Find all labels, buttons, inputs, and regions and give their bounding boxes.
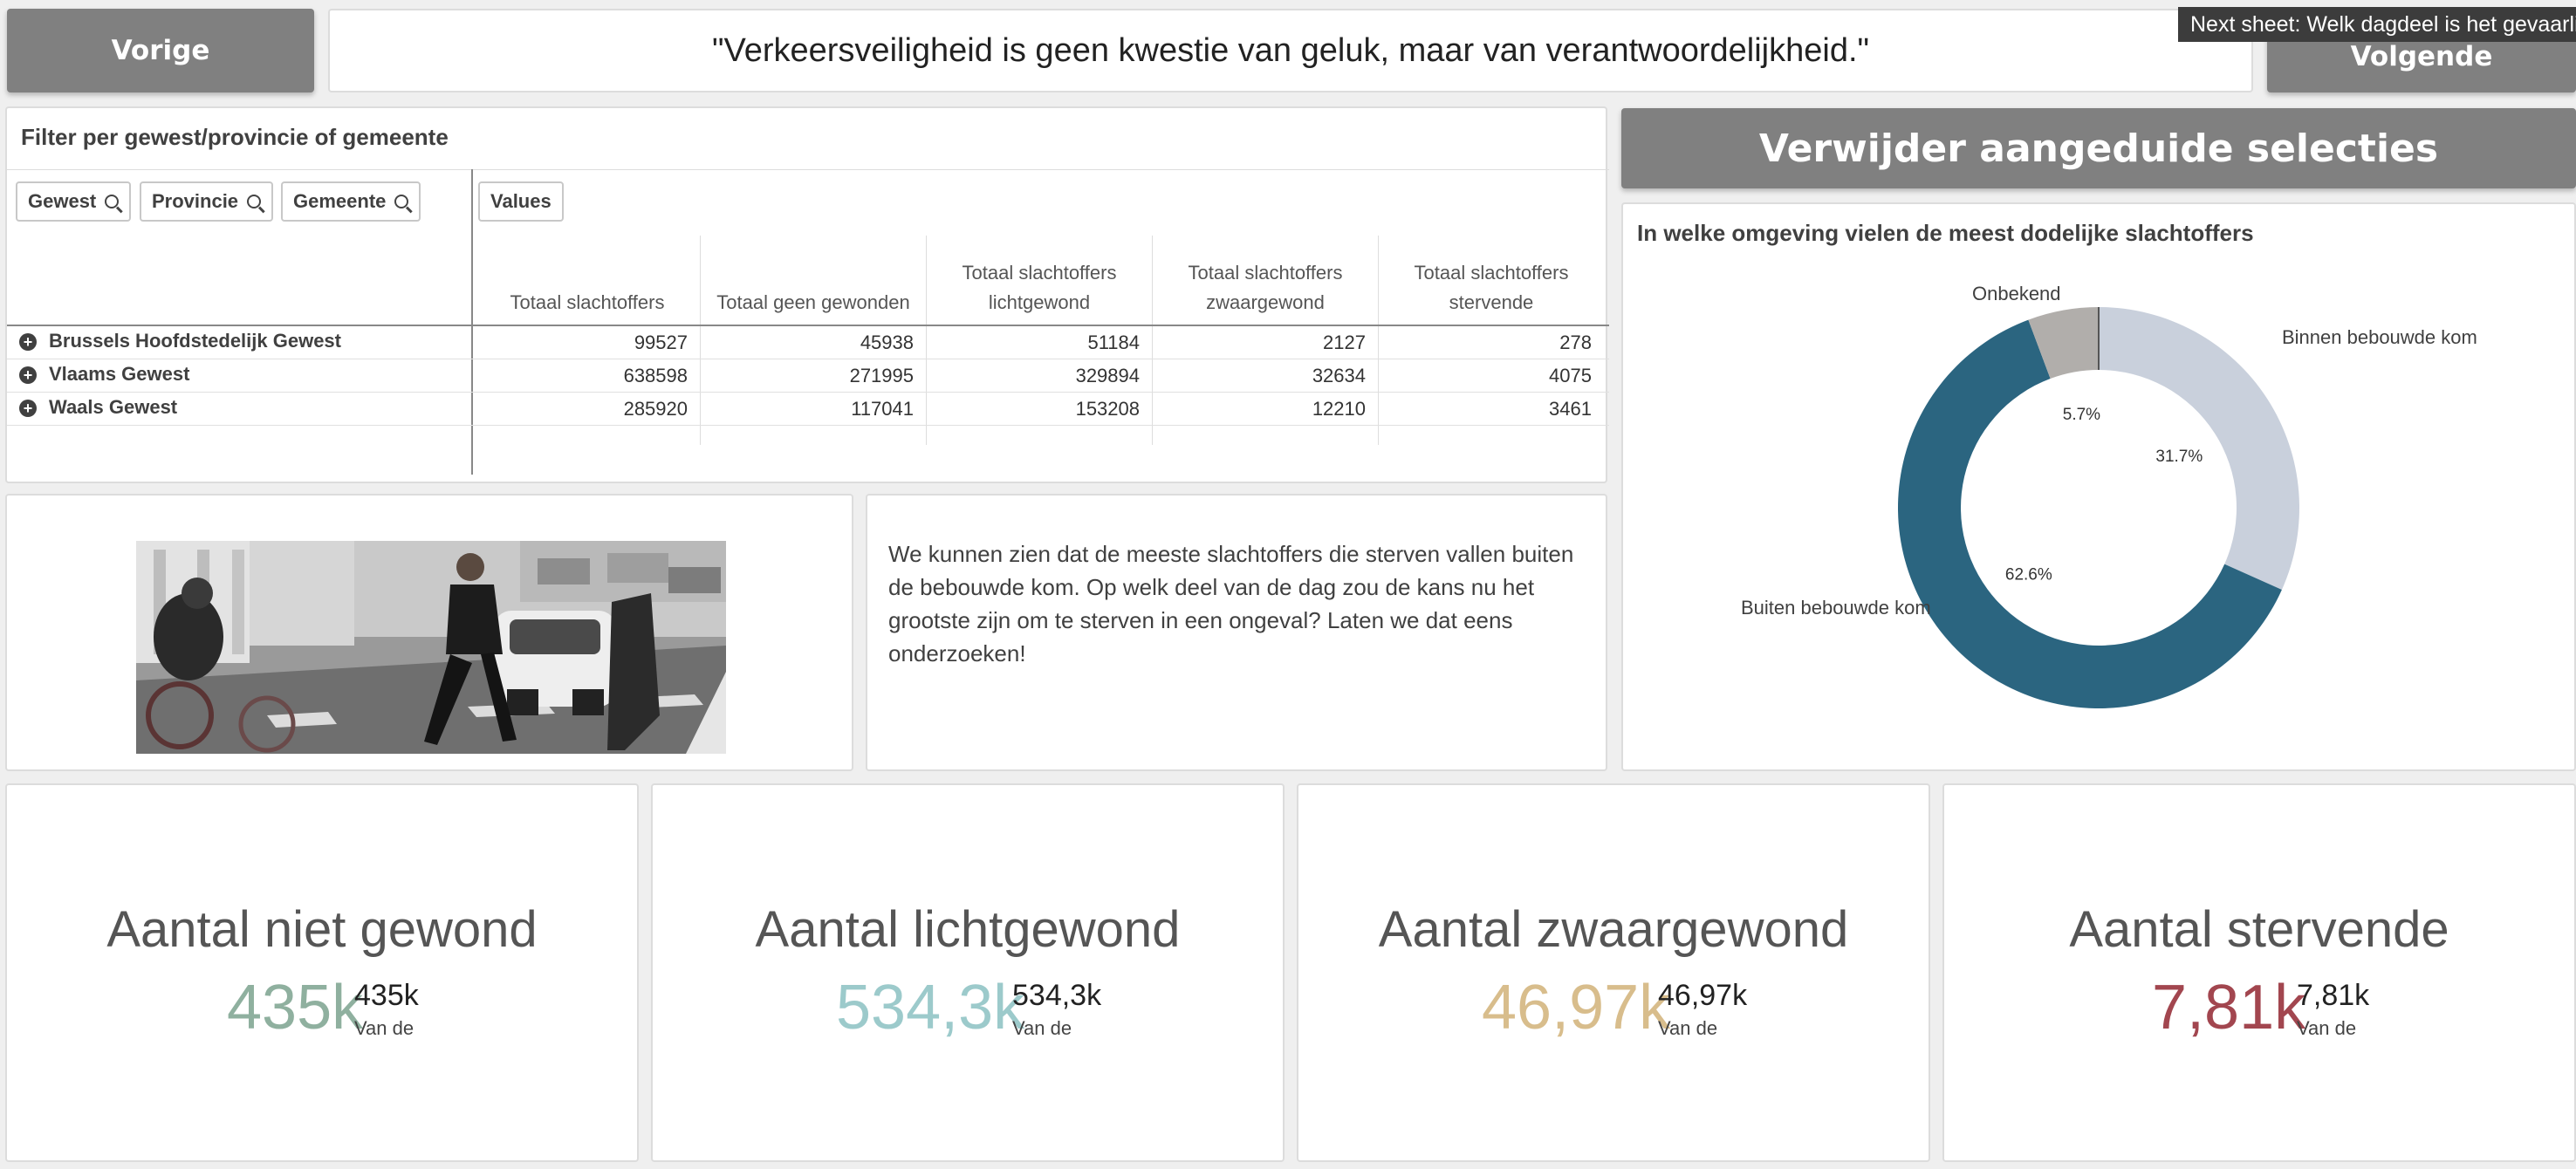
table-row: + Brussels Hoofdstedelijk Gewest 99527 4… [7, 326, 1609, 359]
kpi-value: 534,3k [836, 973, 1025, 1043]
column-header-label: lichtgewond [988, 291, 1091, 313]
table-cell: 285920 [623, 398, 688, 420]
quote-banner: "Verkeersveiligheid is geen kwestie van … [328, 9, 2253, 92]
expand-icon[interactable]: + [19, 400, 37, 417]
expand-icon[interactable]: + [19, 366, 37, 384]
kpi-value: 435k [227, 973, 364, 1043]
values-button[interactable]: Values [478, 181, 564, 222]
row-label[interactable]: Vlaams Gewest [49, 363, 189, 386]
dimension-gewest-button[interactable]: Gewest [16, 181, 132, 222]
table-cell: 99527 [634, 332, 688, 353]
donut-chart: 31.7% Binnen bebouwde kom 62.6% Buiten bebo… [1741, 283, 2477, 708]
column-header-stervende[interactable]: Totaal slachtoffers stervende [1379, 237, 1604, 323]
search-icon [105, 195, 120, 209]
slice-percent-label: 62.6% [2005, 565, 2052, 584]
table-cell: 278 [1559, 332, 1592, 353]
kpi-lichtgewond: Aantal lichtgewond 534,3k 534,3k Van de [651, 783, 1285, 1162]
kpi-subtext: Van de [354, 1017, 414, 1039]
table-cell: 117041 [851, 398, 914, 420]
table-cell: 51184 [1087, 332, 1140, 353]
kpi-value-small: 46,97k [1658, 979, 1748, 1012]
table-cell: 12210 [1312, 398, 1366, 420]
kpi-value: 7,81k [2152, 973, 2306, 1043]
column-header-label: zwaargewond [1206, 291, 1325, 313]
kpi-value-small: 534,3k [1012, 979, 1102, 1012]
table-cell: 329894 [1075, 365, 1140, 386]
quote-text: "Verkeersveiligheid is geen kwestie van … [711, 31, 1869, 69]
table-cell: 32634 [1312, 365, 1366, 386]
street-crossing-photo [136, 541, 726, 754]
next-sheet-tooltip: Next sheet: Welk dagdeel is het gevaarli… [2178, 7, 2576, 42]
kpi-zwaargewond: Aantal zwaargewond 46,97k 46,97k Van de [1297, 783, 1930, 1162]
column-header-label: Totaal slachtoffers [1188, 262, 1343, 284]
table-row: + Waals Gewest 285920 117041 153208 1221… [7, 393, 1609, 426]
column-header-totaal-slachtoffers[interactable]: Totaal slachtoffers [475, 237, 700, 323]
column-header-zwaargewond[interactable]: Totaal slachtoffers zwaargewond [1153, 237, 1378, 323]
table-cell: 45938 [860, 332, 914, 353]
slice-category-label: Onbekend [1972, 283, 2061, 304]
donut-chart-panel: In welke omgeving vielen de meest dodeli… [1621, 202, 2576, 771]
kpi-title: Aantal lichtgewond [755, 901, 1181, 958]
dimension-label: Gewest [28, 190, 97, 212]
kpi-subtext: Van de [1012, 1017, 1072, 1039]
column-header-label: stervende [1449, 291, 1534, 313]
table-cell: 4075 [1549, 365, 1592, 386]
kpi-title: Aantal zwaargewond [1378, 901, 1849, 958]
slice-category-label: Binnen bebouwde kom [2282, 326, 2477, 348]
image-panel [5, 494, 853, 771]
row-label[interactable]: Brussels Hoofdstedelijk Gewest [49, 330, 341, 352]
dimension-label: Provincie [152, 190, 239, 212]
table-cell: 2127 [1323, 332, 1366, 353]
column-header-lichtgewond[interactable]: Totaal slachtoffers lichtgewond [927, 237, 1152, 323]
table-cell: 3461 [1549, 398, 1592, 420]
table-cell: 638598 [623, 365, 688, 386]
kpi-stervende: Aantal stervende 7,81k 7,81k Van de [1942, 783, 2576, 1162]
kpi-value-small: 7,81k [2297, 979, 2370, 1012]
description-panel: We kunnen zien dat de meeste slachtoffer… [866, 494, 1607, 771]
clear-selections-button[interactable]: Verwijder aangeduide selecties [1621, 108, 2576, 188]
divider [471, 169, 473, 475]
row-label[interactable]: Waals Gewest [49, 396, 177, 419]
dimension-gemeente-button[interactable]: Gemeente [281, 181, 421, 222]
slice-category-label: Buiten bebouwde kom [1741, 597, 1931, 619]
kpi-subtext: Van de [1658, 1017, 1718, 1039]
values-label: Values [490, 190, 552, 212]
divider [7, 169, 1609, 170]
slice-percent-label: 31.7% [2155, 448, 2203, 466]
filter-title: Filter per gewest/provincie of gemeente [21, 124, 449, 150]
search-icon [394, 195, 409, 209]
column-header-label: Totaal slachtoffers [962, 262, 1117, 284]
dimension-provincie-button[interactable]: Provincie [140, 181, 274, 222]
column-header-label: Totaal slachtoffers [510, 291, 665, 313]
kpi-title: Aantal stervende [2069, 901, 2449, 958]
column-header-totaal-geen-gewonden[interactable]: Totaal geen gewonden [701, 237, 926, 323]
table-row: + Vlaams Gewest 638598 271995 329894 326… [7, 359, 1609, 393]
column-header-label: Totaal geen gewonden [716, 291, 910, 313]
table-cell: 271995 [849, 365, 914, 386]
kpi-niet-gewond: Aantal niet gewond 435k 435k Van de [5, 783, 639, 1162]
expand-icon[interactable]: + [19, 333, 37, 351]
kpi-value-small: 435k [354, 979, 419, 1012]
kpi-value: 46,97k [1482, 973, 1671, 1043]
dimension-label: Gemeente [293, 190, 387, 212]
column-header-label: Totaal slachtoffers [1414, 262, 1569, 284]
slice-percent-label: 5.7% [2063, 406, 2100, 424]
chart-title: In welke omgeving vielen de meest dodeli… [1637, 220, 2254, 246]
kpi-title: Aantal niet gewond [106, 901, 538, 958]
previous-sheet-button[interactable]: Vorige [7, 9, 314, 92]
filter-pivot-table: Filter per gewest/provincie of gemeente … [5, 106, 1609, 483]
description-text: We kunnen zien dat de meeste slachtoffer… [888, 541, 1574, 667]
table-cell: 153208 [1075, 398, 1140, 420]
search-icon [247, 195, 262, 209]
kpi-subtext: Van de [2297, 1017, 2357, 1039]
